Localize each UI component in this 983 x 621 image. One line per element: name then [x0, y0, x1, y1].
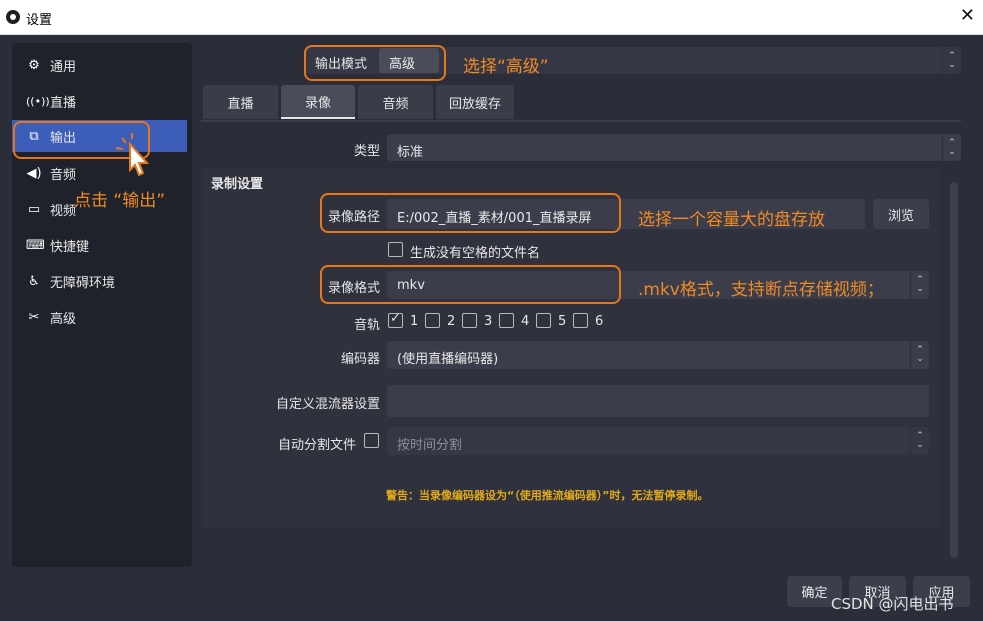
sidebar-item-stream[interactable]: ((•)) 直播 [12, 85, 187, 117]
no-space-filename-label: 生成没有空格的文件名 [410, 246, 541, 261]
track-5-checkbox[interactable] [536, 313, 551, 328]
title-bar: 设置 ✕ [0, 0, 983, 35]
obs-logo-icon [6, 10, 20, 24]
track-1-label: 1 [410, 314, 419, 329]
accessibility-icon: ♿ [28, 273, 40, 289]
pause-warning: 警告：当录像编码器设为“（使用推流编码器）”时，无法暂停录制。 [386, 489, 709, 502]
split-mode-select[interactable]: 按时间分割 ⌃ ⌄ [387, 427, 929, 455]
chevron-updown-icon: ⌃ ⌄ [910, 427, 929, 455]
split-mode-value: 按时间分割 [397, 438, 463, 453]
gear-icon: ⚙ [28, 57, 40, 73]
type-select[interactable]: 标准 ⌃ ⌄ [387, 134, 961, 161]
tab-recording[interactable]: 录像 [281, 85, 355, 119]
watermark: CSDN @闪电出书 [831, 595, 954, 613]
tab-audio[interactable]: 音频 [358, 85, 433, 119]
sidebar-item-label: 视频 [50, 203, 77, 219]
sidebar-item-accessibility[interactable]: ♿ 无障碍环境 [12, 265, 187, 297]
sidebar-item-hotkeys[interactable]: ⌨ 快捷键 [12, 229, 187, 261]
annotation-box-format [320, 265, 621, 304]
encoder-value: (使用直播编码器) [397, 352, 499, 367]
track-6-label: 6 [595, 314, 604, 329]
sidebar-item-general[interactable]: ⚙ 通用 [12, 49, 187, 81]
type-value: 标准 [397, 145, 424, 160]
antenna-icon: ((•)) [26, 94, 50, 108]
annotation-box-mode [304, 45, 446, 81]
track-2-label: 2 [447, 314, 456, 329]
keyboard-icon: ⌨ [26, 237, 45, 253]
sidebar-item-label: 通用 [50, 59, 77, 75]
track-3-label: 3 [484, 314, 493, 329]
sidebar-item-label: 无障碍环境 [50, 275, 116, 291]
chevron-updown-icon: ⌃ ⌄ [910, 271, 929, 299]
track-4-checkbox[interactable] [499, 313, 514, 328]
track-6-checkbox[interactable] [573, 313, 588, 328]
annotation-box-path [320, 193, 621, 233]
monitor-icon: ▭ [27, 201, 41, 217]
tab-replay-buffer[interactable]: 回放缓存 [436, 85, 514, 119]
tools-icon: ✂ [28, 309, 40, 325]
annotation-advanced: 选择“高级” [463, 57, 549, 77]
track-3-checkbox[interactable] [462, 313, 477, 328]
browse-button[interactable]: 浏览 [873, 199, 929, 229]
type-label: 类型 [353, 144, 380, 159]
track-5-label: 5 [558, 314, 567, 329]
annotation-mkv: .mkv格式，支持断点存储视频； [638, 280, 884, 300]
no-space-filename-checkbox[interactable] [388, 242, 403, 257]
sidebar-item-label: 快捷键 [50, 239, 90, 255]
sidebar-item-label: 高级 [50, 311, 77, 327]
muxer-settings-label: 自定义混流器设置 [276, 397, 381, 412]
track-1-checkbox[interactable] [388, 311, 403, 328]
section-title: 录制设置 [211, 177, 264, 192]
sidebar-item-label: 音频 [50, 167, 77, 183]
scrollbar[interactable] [950, 182, 958, 558]
speaker-icon: ◀) [26, 165, 42, 181]
hand-cursor-icon [112, 130, 162, 184]
annotation-disk: 选择一个容量大的盘存放 [638, 210, 825, 230]
annotation-click-output: 点击 “输出” [74, 191, 166, 211]
tab-stream[interactable]: 直播 [203, 85, 278, 119]
muxer-settings-input[interactable] [387, 385, 929, 417]
window-title: 设置 [26, 13, 53, 28]
encoder-select[interactable]: (使用直播编码器) ⌃ ⌄ [387, 341, 929, 369]
auto-split-checkbox[interactable] [364, 433, 379, 448]
track-4-label: 4 [521, 314, 530, 329]
auto-split-label: 自动分割文件 [278, 438, 357, 453]
sidebar-item-advanced[interactable]: ✂ 高级 [12, 301, 187, 333]
tab-divider [201, 120, 961, 122]
chevron-updown-icon: ⌃ ⌄ [942, 134, 961, 161]
sidebar-item-label: 直播 [50, 95, 77, 111]
chevron-updown-icon[interactable]: ⌃ ⌄ [942, 47, 961, 74]
track-2-checkbox[interactable] [425, 313, 440, 328]
close-icon[interactable]: ✕ [960, 5, 975, 26]
chevron-updown-icon: ⌃ ⌄ [910, 341, 929, 369]
audio-tracks-label: 音轨 [354, 318, 381, 333]
encoder-label: 编码器 [341, 352, 381, 367]
